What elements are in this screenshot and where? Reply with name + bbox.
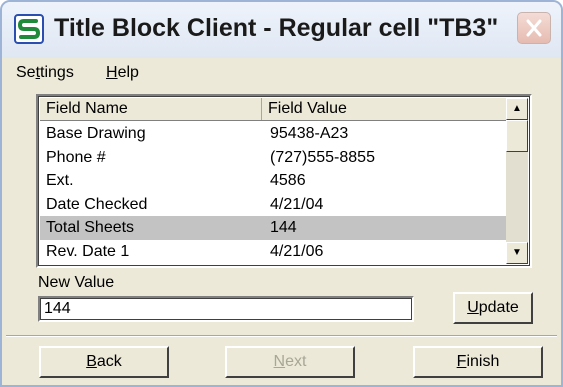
update-label: pdate [478, 299, 519, 316]
arrow-down-icon: ▼ [512, 247, 522, 258]
divider [6, 335, 557, 337]
finish-mnemonic: F [456, 353, 467, 370]
close-button[interactable] [517, 12, 551, 44]
field-name: Date Checked [46, 195, 148, 213]
back-button[interactable]: Back [39, 346, 169, 378]
menu-settings[interactable]: Settings [16, 64, 74, 82]
update-mnemonic: U [467, 299, 479, 316]
scroll-up-button[interactable]: ▲ [506, 98, 528, 120]
finish-button[interactable]: Finish [413, 346, 543, 378]
field-name: Rev. Date 1 [46, 242, 130, 260]
arrow-up-icon: ▲ [512, 103, 522, 114]
menu-help[interactable]: Help [106, 64, 139, 82]
next-mnemonic: N [273, 353, 286, 370]
app-icon [14, 14, 44, 44]
field-name: Phone # [46, 148, 106, 166]
next-label: ext [285, 353, 307, 370]
update-button[interactable]: Update [453, 292, 533, 324]
list-row[interactable]: Rev. Date 1 4/21/06 [40, 240, 510, 264]
menu-help-mnemonic: H [106, 64, 118, 81]
field-list[interactable]: Field Name Field Value Base Drawing 95438… [36, 94, 532, 268]
menu-settings-label-b: tings [40, 64, 74, 81]
field-value: 144 [270, 219, 297, 236]
list-rows: Base Drawing 95438-A23 Phone # (727)555-88… [40, 122, 510, 263]
menu-settings-label-a: Se [16, 64, 36, 81]
window-title: Title Block Client - Regular cell "TB3" [54, 14, 499, 42]
field-name: Ext. [46, 172, 74, 189]
vertical-scrollbar[interactable]: ▲ ▼ [506, 98, 528, 264]
scroll-down-button[interactable]: ▼ [506, 242, 528, 264]
back-mnemonic: B [86, 353, 97, 370]
list-row[interactable]: Base Drawing 95438-A23 [40, 122, 510, 146]
new-value-input[interactable] [38, 296, 414, 322]
field-value: 95438-A23 [270, 125, 349, 142]
scroll-thumb[interactable] [506, 120, 528, 152]
field-value: 4/21/06 [270, 242, 324, 260]
field-name: Base Drawing [46, 125, 146, 142]
field-value: (727)555-8855 [270, 148, 375, 166]
menu-bar: Settings Help [2, 58, 561, 88]
list-row[interactable]: Date Checked 4/21/04 [40, 193, 510, 217]
field-name: Total Sheets [46, 219, 135, 236]
menu-help-label: elp [117, 64, 139, 81]
new-value-label: New Value [38, 274, 115, 291]
list-row[interactable]: Phone # (727)555-8855 [40, 146, 510, 170]
dialog-window: Title Block Client - Regular cell "TB3" … [0, 0, 563, 387]
next-button[interactable]: Next [225, 346, 355, 378]
column-header-field-value[interactable]: Field Value [262, 98, 510, 120]
back-label: ack [96, 353, 122, 370]
title-bar[interactable]: Title Block Client - Regular cell "TB3" [2, 2, 561, 59]
close-icon [526, 19, 542, 37]
field-value: 4586 [270, 172, 306, 189]
field-value: 4/21/04 [270, 195, 324, 213]
list-row[interactable]: Ext. 4586 [40, 169, 510, 193]
list-row-selected[interactable]: Total Sheets 144 [40, 216, 510, 240]
column-header-field-name[interactable]: Field Name [40, 98, 262, 120]
list-header: Field Name Field Value [40, 98, 510, 121]
finish-label: inish [466, 353, 500, 370]
